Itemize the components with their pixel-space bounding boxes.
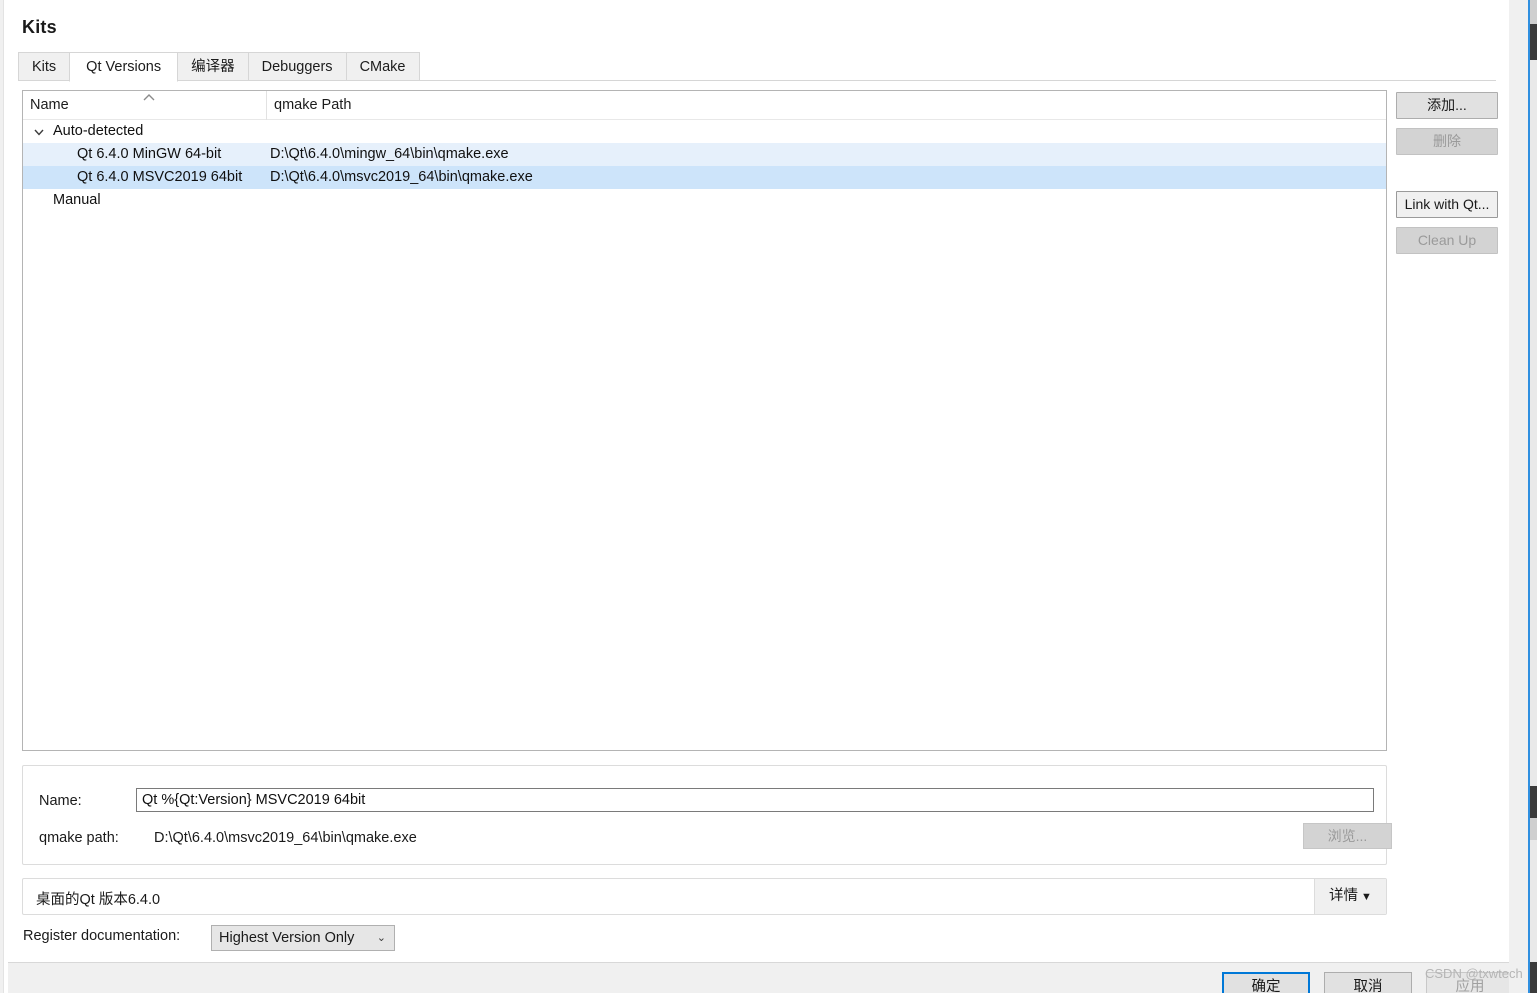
tab-kits[interactable]: Kits xyxy=(18,52,71,81)
qt-version-detail-panel: Name: qmake path: D:\Qt\6.4.0\msvc2019_6… xyxy=(22,765,1392,865)
tree-row-qt-mingw[interactable]: Qt 6.4.0 MinGW 64-bit D:\Qt\6.4.0\mingw_… xyxy=(23,143,1386,166)
tab-cmake[interactable]: CMake xyxy=(345,52,420,81)
cancel-button[interactable]: 取消 xyxy=(1324,972,1412,993)
tree-row-path: D:\Qt\6.4.0\msvc2019_64\bin\qmake.exe xyxy=(270,169,533,185)
add-qt-version-button[interactable]: 添加... xyxy=(1396,92,1498,119)
background-scrollbar-track[interactable] xyxy=(1530,0,1537,993)
qt-versions-tree[interactable]: Name qmake Path Auto-detected Qt 6.4.0 M… xyxy=(22,90,1387,751)
browse-button: 浏览... xyxy=(1303,823,1392,849)
link-with-qt-button[interactable]: Link with Qt... xyxy=(1396,191,1498,218)
sort-ascending-icon xyxy=(141,93,157,103)
tree-row-label: Auto-detected xyxy=(53,123,144,139)
tree-row-manual[interactable]: Manual xyxy=(23,189,1386,212)
tree-row-label: Qt 6.4.0 MinGW 64-bit xyxy=(77,146,222,162)
tree-row-label: Qt 6.4.0 MSVC2019 64bit xyxy=(77,169,243,185)
tree-row-label: Manual xyxy=(53,192,101,208)
side-button-group: 添加... 删除 Link with Qt... Clean Up xyxy=(1396,92,1498,263)
watermark: CSDN @txwtech xyxy=(1425,966,1523,981)
kits-options-dialog: Kits Kits Qt Versions 编译器 Debuggers CMak… xyxy=(4,0,1514,993)
tab-bar: Kits Qt Versions 编译器 Debuggers CMake xyxy=(18,52,1496,82)
register-documentation-select[interactable]: Highest Version Only ⌄ xyxy=(211,925,395,951)
remove-qt-version-button: 删除 xyxy=(1396,128,1498,155)
caret-down-icon: ▼ xyxy=(1361,891,1372,903)
page-title: Kits xyxy=(22,17,57,37)
details-toggle-button[interactable]: 详情 ▼ xyxy=(1314,879,1386,914)
background-scrollbar-segment xyxy=(1530,818,1537,840)
ok-button[interactable]: 确定 xyxy=(1222,972,1310,993)
background-scrollbar-thumb[interactable] xyxy=(1530,24,1537,60)
name-input[interactable] xyxy=(136,788,1374,812)
background-scrollbar-thumb[interactable] xyxy=(1530,962,1537,993)
status-text: 桌面的Qt 版本6.4.0 xyxy=(36,892,161,908)
tree-row-path: D:\Qt\6.4.0\mingw_64\bin\qmake.exe xyxy=(270,146,509,162)
tree-header: Name qmake Path xyxy=(23,91,1386,120)
background-window-gap xyxy=(1509,0,1528,993)
register-documentation-value: Highest Version Only xyxy=(219,930,355,946)
footer-bar: 确定 取消 应用 xyxy=(8,963,1514,993)
screen: Kits Kits Qt Versions 编译器 Debuggers CMak… xyxy=(0,0,1537,993)
column-header-qmake-path[interactable]: qmake Path xyxy=(266,91,866,120)
background-scrollbar-segment xyxy=(1530,0,1537,24)
qmake-path-label: qmake path: xyxy=(39,830,119,846)
details-toggle-label: 详情 xyxy=(1329,888,1359,904)
tab-debuggers[interactable]: Debuggers xyxy=(247,52,347,81)
qt-version-status-bar: 桌面的Qt 版本6.4.0 详情 ▼ xyxy=(22,878,1387,915)
name-field-label: Name: xyxy=(39,793,82,809)
tree-row-auto-detected[interactable]: Auto-detected xyxy=(23,120,1386,143)
tab-compilers[interactable]: 编译器 xyxy=(177,52,249,81)
register-documentation-label: Register documentation: xyxy=(23,928,181,944)
chevron-down-icon: ⌄ xyxy=(376,932,386,944)
clean-up-button: Clean Up xyxy=(1396,227,1498,254)
tree-body: Auto-detected Qt 6.4.0 MinGW 64-bit D:\Q… xyxy=(23,120,1386,212)
background-scrollbar-thumb[interactable] xyxy=(1530,786,1537,818)
qmake-path-value: D:\Qt\6.4.0\msvc2019_64\bin\qmake.exe xyxy=(154,830,417,846)
tree-row-qt-msvc2019[interactable]: Qt 6.4.0 MSVC2019 64bit D:\Qt\6.4.0\msvc… xyxy=(23,166,1386,189)
tab-qt-versions[interactable]: Qt Versions xyxy=(69,52,179,82)
